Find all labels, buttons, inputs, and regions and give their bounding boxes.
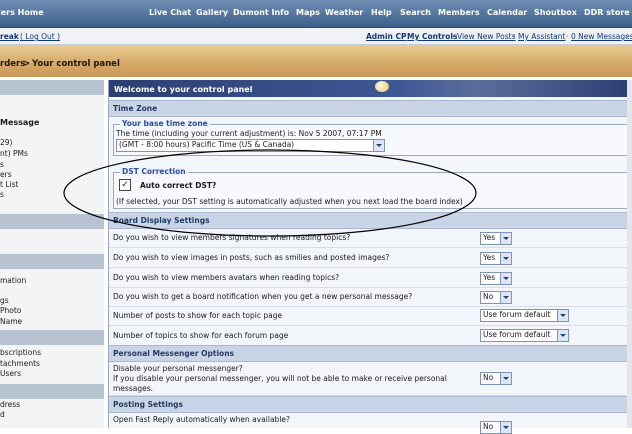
annotation-ellipse xyxy=(63,149,477,237)
annotation-ellipse-stroke xyxy=(63,149,477,237)
